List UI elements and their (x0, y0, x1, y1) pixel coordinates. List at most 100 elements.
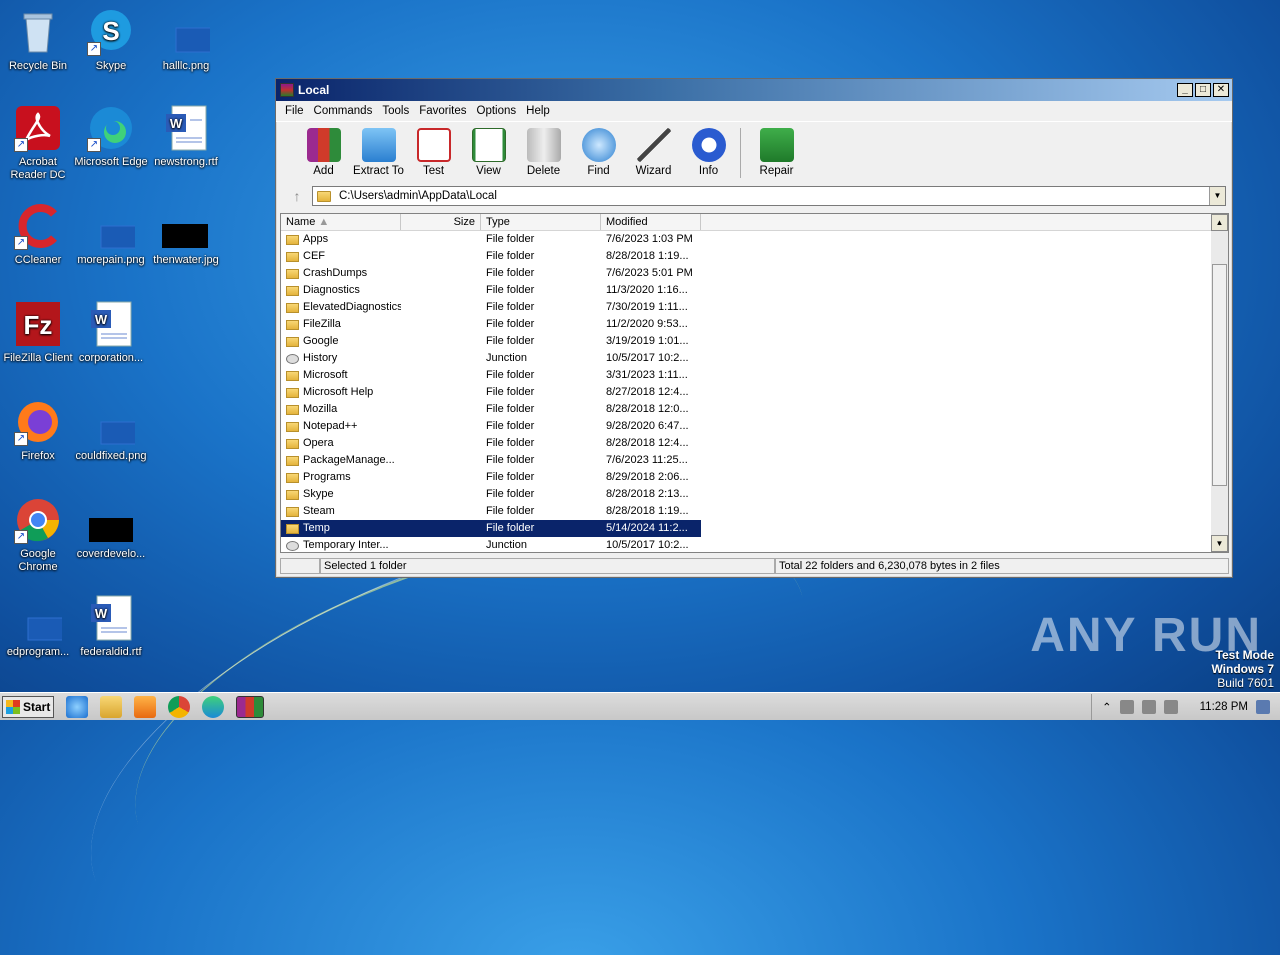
file-list[interactable]: Name ▲ Size Type Modified Apps File folde… (280, 213, 1229, 553)
volume-icon[interactable] (1119, 699, 1134, 714)
desktop-icon-filezilla[interactable]: Fz FileZilla Client (0, 300, 76, 365)
chevron-down-icon[interactable]: ▼ (1209, 187, 1225, 205)
repair-kit-icon (759, 128, 794, 162)
desktop-icon-halllc[interactable]: halllc.png (148, 8, 224, 73)
find-button[interactable]: Find (571, 128, 626, 177)
desktop-icon-corporation[interactable]: W corporation... (73, 300, 149, 365)
menu-file[interactable]: File (280, 105, 309, 117)
cell-name: Temp (281, 520, 401, 537)
table-row[interactable]: Temporary Inter... Junction 10/5/2017 10:2… (281, 537, 1211, 554)
menu-commands[interactable]: Commands (309, 105, 378, 117)
table-row[interactable]: PackageManage... File folder 7/6/2023 11:2… (281, 452, 1211, 469)
cell-modified: 7/6/2023 11:25... (606, 454, 688, 466)
up-one-level-button[interactable]: ↑ (282, 188, 312, 204)
media-player-icon[interactable] (134, 695, 156, 718)
path-input[interactable]: C:\Users\admin\AppData\Local ▼ (312, 186, 1226, 206)
desktop-icon-federaldid[interactable]: W federaldid.rtf (73, 594, 149, 659)
column-header-type[interactable]: Type (481, 214, 601, 230)
scrollbar-thumb[interactable] (1212, 264, 1227, 486)
table-row[interactable]: Google File folder 3/19/2019 1:01... (281, 333, 1211, 350)
desktop-icon-edprogram[interactable]: edprogram... (0, 594, 76, 659)
desktop-icon-couldfixed[interactable]: couldfixed.png (73, 398, 149, 463)
table-row[interactable]: FileZilla File folder 11/2/2020 9:53... (281, 316, 1211, 333)
cell-name: ElevatedDiagnostics (281, 299, 401, 316)
table-row[interactable]: Diagnostics File folder 11/3/2020 1:16... (281, 282, 1211, 299)
close-button[interactable]: ✕ (1213, 83, 1229, 97)
view-book-icon (471, 128, 506, 162)
desktop-icon-skype[interactable]: S ↗ Skype (73, 8, 149, 73)
drive-status-icon (280, 558, 320, 574)
table-row[interactable]: Microsoft File folder 3/31/2023 1:11... (281, 367, 1211, 384)
cell-modified: 8/28/2018 1:19... (606, 505, 689, 517)
menu-favorites[interactable]: Favorites (414, 105, 471, 117)
edge-taskbar-icon[interactable] (202, 695, 224, 718)
shortcut-arrow-icon: ↗ (14, 530, 28, 544)
image-file-icon (162, 8, 223, 56)
table-row[interactable]: Steam File folder 8/28/2018 1:19... (281, 503, 1211, 520)
cell-modified: 10/5/2017 10:2... (606, 539, 689, 551)
table-row[interactable]: ElevatedDiagnostics File folder 7/30/2019 … (281, 299, 1211, 316)
cell-name: CrashDumps (281, 265, 401, 282)
desktop-icon-chrome[interactable]: ↗ Google Chrome (0, 496, 76, 574)
show-desktop-icon[interactable] (1256, 699, 1270, 714)
cell-type: File folder (486, 335, 535, 347)
maximize-button[interactable]: □ (1195, 83, 1211, 97)
wizard-button[interactable]: Wizard (626, 128, 681, 177)
test-button[interactable]: Test (406, 128, 461, 177)
table-row[interactable]: Mozilla File folder 8/28/2018 12:0... (281, 401, 1211, 418)
desktop-icon-ccleaner[interactable]: ↗ CCleaner (0, 202, 76, 267)
info-button[interactable]: Info (681, 128, 736, 177)
menu-options[interactable]: Options (472, 105, 522, 117)
desktop-icon-acrobat[interactable]: ↗ Acrobat Reader DC (0, 104, 76, 182)
table-row[interactable]: Temp File folder 5/14/2024 11:2... (281, 520, 1211, 537)
menu-help[interactable]: Help (521, 105, 555, 117)
minimize-button[interactable]: _ (1177, 83, 1193, 97)
action-center-flag-icon[interactable] (1163, 699, 1178, 714)
desktop-icon-morepain[interactable]: morepain.png (73, 202, 149, 267)
desktop-icon-recycle-bin[interactable]: Recycle Bin (0, 8, 76, 73)
table-row[interactable]: Microsoft Help File folder 8/27/2018 12:4.… (281, 384, 1211, 401)
internet-explorer-icon[interactable] (66, 695, 88, 718)
column-header-modified[interactable]: Modified (601, 214, 701, 230)
cell-size (401, 418, 481, 435)
menu-bar: File Commands Tools Favorites Options He… (276, 101, 1232, 121)
svg-text:S: S (102, 16, 119, 46)
winrar-window: Local _ □ ✕ File Commands Tools Favorite… (275, 78, 1233, 578)
desktop-icon-firefox[interactable]: ↗ Firefox (0, 398, 76, 463)
skype-icon: S ↗ (87, 8, 135, 56)
extract-to-button[interactable]: Extract To (351, 128, 406, 177)
table-row[interactable]: Skype File folder 8/28/2018 2:13... (281, 486, 1211, 503)
column-header-name[interactable]: Name ▲ (281, 214, 401, 230)
table-row[interactable]: CEF File folder 8/28/2018 1:19... (281, 248, 1211, 265)
desktop-icon-coverdevelo[interactable]: coverdevelo... (73, 496, 149, 561)
column-header-size[interactable]: Size (401, 214, 481, 230)
repair-button[interactable]: Repair (749, 128, 804, 177)
show-hidden-icons-icon[interactable]: ⌃ (1102, 700, 1112, 714)
explorer-folder-icon[interactable] (100, 695, 122, 718)
desktop-icon-thenwater[interactable]: thenwater.jpg (148, 202, 224, 267)
desktop-icon-edge[interactable]: ↗ Microsoft Edge (73, 104, 149, 169)
desktop-icon-newstrong[interactable]: W newstrong.rtf (148, 104, 224, 169)
add-button[interactable]: Add (296, 128, 351, 177)
scroll-up-icon[interactable]: ▲ (1211, 214, 1228, 231)
menu-tools[interactable]: Tools (377, 105, 414, 117)
start-button[interactable]: Start (2, 695, 54, 718)
table-row[interactable]: CrashDumps File folder 7/6/2023 5:01 PM (281, 265, 1211, 282)
table-row[interactable]: Programs File folder 8/29/2018 2:06... (281, 469, 1211, 486)
winrar-taskbar-icon[interactable] (236, 695, 264, 718)
cell-name: FileZilla (281, 316, 401, 333)
window-titlebar[interactable]: Local _ □ ✕ (276, 79, 1232, 101)
cell-type: File folder (486, 488, 535, 500)
delete-button[interactable]: Delete (516, 128, 571, 177)
clock[interactable]: 11:28 PM (1200, 701, 1248, 713)
vertical-scrollbar[interactable]: ▲ ▼ (1211, 214, 1228, 552)
scroll-down-icon[interactable]: ▼ (1211, 535, 1228, 552)
network-icon[interactable] (1141, 699, 1156, 714)
table-row[interactable]: Opera File folder 8/28/2018 12:4... (281, 435, 1211, 452)
cell-type: Junction (486, 352, 527, 364)
table-row[interactable]: Notepad++ File folder 9/28/2020 6:47... (281, 418, 1211, 435)
table-row[interactable]: History Junction 10/5/2017 10:2... (281, 350, 1211, 367)
table-row[interactable]: Apps File folder 7/6/2023 1:03 PM (281, 231, 1211, 248)
view-button[interactable]: View (461, 128, 516, 177)
chrome-taskbar-icon[interactable] (168, 695, 190, 718)
